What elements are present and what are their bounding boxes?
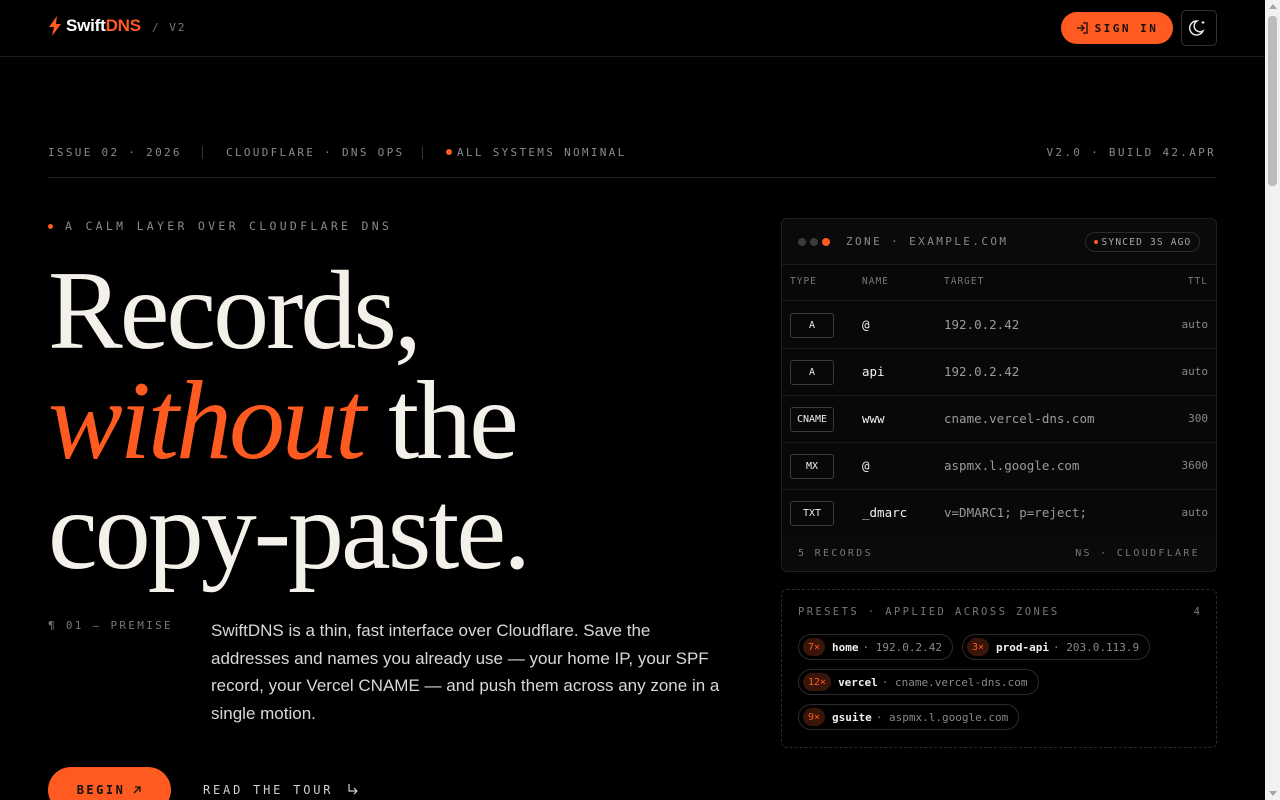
record-type-badge: TXT bbox=[790, 501, 834, 526]
premise-text: SwiftDNS is a thin, fast interface over … bbox=[211, 621, 720, 723]
window-dots bbox=[798, 238, 830, 246]
record-ttl: 3600 bbox=[1181, 459, 1209, 472]
preset-chip-vercel[interactable]: 12× vercel · cname.vercel-dns.com bbox=[798, 669, 1039, 695]
presets-count: 4 bbox=[1193, 606, 1200, 618]
preset-chip-gsuite[interactable]: 9× gsuite · aspmx.l.google.com bbox=[798, 704, 1020, 730]
version-label: / V2 bbox=[152, 21, 187, 34]
sign-in-icon bbox=[1076, 22, 1088, 34]
zone-title: ZONE · EXAMPLE.COM bbox=[846, 235, 1009, 248]
bolt-icon bbox=[49, 16, 61, 36]
preset-usage-count: 12× bbox=[803, 673, 832, 691]
zone-card-footer: 5 RECORDS NS · CLOUDFLARE bbox=[782, 536, 1216, 571]
preset-usage-count: 7× bbox=[803, 638, 826, 656]
column-header-name: NAME bbox=[862, 276, 889, 287]
record-type-badge: A bbox=[790, 360, 834, 385]
arrow-up-right-icon bbox=[133, 786, 141, 794]
table-row[interactable]: CNAME www cname.vercel-dns.com 300 bbox=[782, 396, 1216, 443]
preset-name: prod-api bbox=[996, 640, 1050, 654]
moon-icon bbox=[1189, 20, 1205, 36]
arrow-turn-down-right-icon bbox=[348, 784, 359, 795]
status-dot-icon bbox=[446, 149, 452, 155]
table-row[interactable]: TXT _dmarc v=DMARC1; p=reject; auto bbox=[782, 490, 1216, 537]
records-table-header: TYPE NAME TARGET TTL bbox=[782, 265, 1216, 301]
build-label: V2.0 · BUILD 42.APR bbox=[1046, 146, 1216, 159]
read-tour-link[interactable]: READ THE TOUR bbox=[203, 783, 359, 797]
sync-dot-icon bbox=[1093, 240, 1098, 244]
column-header-target: TARGET bbox=[944, 276, 985, 287]
record-target: 192.0.2.42 bbox=[944, 317, 1020, 332]
preset-value: · 192.0.2.42 bbox=[862, 640, 943, 654]
record-name: www bbox=[862, 411, 885, 426]
preset-name: vercel bbox=[838, 675, 878, 689]
page-scrollbar[interactable] bbox=[1265, 0, 1280, 800]
headline-line-2: without the bbox=[48, 359, 519, 483]
record-type-badge: A bbox=[790, 313, 834, 338]
table-row[interactable]: MX @ aspmx.l.google.com 3600 bbox=[782, 443, 1216, 490]
dot-icon bbox=[822, 238, 830, 246]
record-name: _dmarc bbox=[862, 505, 908, 520]
record-ttl: auto bbox=[1181, 365, 1209, 378]
scrollbar-thumb[interactable] bbox=[1268, 16, 1277, 186]
preset-value: · 203.0.113.9 bbox=[1053, 640, 1140, 654]
hero-kicker: A CALM LAYER OVER CLOUDFLARE DNS bbox=[48, 219, 392, 233]
record-target: cname.vercel-dns.com bbox=[944, 411, 1095, 426]
record-type-badge: CNAME bbox=[790, 407, 834, 432]
sign-in-button[interactable]: SIGN IN bbox=[1061, 12, 1173, 44]
preset-value: · cname.vercel-dns.com bbox=[881, 675, 1028, 689]
zone-records-card: ZONE · EXAMPLE.COM SYNCED 3S AGO TYPE NA… bbox=[781, 218, 1217, 572]
divider bbox=[422, 146, 423, 159]
hero-headline: Records, without the copy-paste. bbox=[48, 249, 531, 593]
presets-title: PRESETS · APPLIED ACROSS ZONES bbox=[798, 606, 1060, 618]
headline-line-3: copy-paste. bbox=[48, 469, 531, 593]
zone-card-header: ZONE · EXAMPLE.COM SYNCED 3S AGO bbox=[782, 219, 1216, 265]
preset-name: home bbox=[832, 640, 859, 654]
section-label: CLOUDFLARE · DNS OPS bbox=[226, 146, 405, 159]
brand-logo[interactable]: SwiftDNS bbox=[48, 16, 141, 36]
top-nav: SwiftDNS / V2 SIGN IN bbox=[0, 0, 1265, 57]
preset-value: · aspmx.l.google.com bbox=[875, 710, 1009, 724]
scroll-up-arrow-icon[interactable] bbox=[1269, 4, 1277, 9]
record-name: @ bbox=[862, 317, 870, 332]
dot-icon bbox=[798, 238, 806, 246]
record-type-badge: MX bbox=[790, 454, 834, 479]
column-header-ttl: TTL bbox=[1187, 276, 1208, 287]
record-target: v=DMARC1; p=reject; bbox=[944, 505, 1087, 520]
table-row[interactable]: A @ 192.0.2.42 auto bbox=[782, 302, 1216, 349]
begin-button[interactable]: BEGIN bbox=[48, 767, 171, 800]
record-ttl: 300 bbox=[1188, 412, 1208, 425]
tour-label: READ THE TOUR bbox=[203, 783, 334, 797]
issue-label: ISSUE 02 · 2026 bbox=[48, 146, 182, 159]
headline-line-1: Records, bbox=[48, 249, 422, 373]
sync-status-badge: SYNCED 3S AGO bbox=[1085, 232, 1200, 252]
column-header-type: TYPE bbox=[790, 276, 817, 287]
record-target: 192.0.2.42 bbox=[944, 364, 1020, 379]
divider bbox=[202, 146, 203, 159]
record-ttl: auto bbox=[1181, 506, 1209, 519]
record-name: @ bbox=[862, 458, 870, 473]
preset-usage-count: 3× bbox=[967, 638, 990, 656]
nameserver-label: NS · CLOUDFLARE bbox=[1075, 548, 1200, 559]
meta-bar: ISSUE 02 · 2026 CLOUDFLARE · DNS OPS ALL… bbox=[48, 146, 1216, 178]
preset-chip-home[interactable]: 7× home · 192.0.2.42 bbox=[798, 634, 954, 660]
premise-label: ¶ 01 — PREMISE bbox=[48, 619, 173, 632]
presets-panel: PRESETS · APPLIED ACROSS ZONES 4 7× home… bbox=[781, 589, 1217, 748]
table-row[interactable]: A api 192.0.2.42 auto bbox=[782, 349, 1216, 396]
preset-chip-prod-api[interactable]: 3× prod-api · 203.0.113.9 bbox=[962, 634, 1151, 660]
dot-icon bbox=[810, 238, 818, 246]
sign-in-label: SIGN IN bbox=[1094, 21, 1159, 35]
preset-usage-count: 9× bbox=[803, 708, 826, 726]
theme-toggle-button[interactable] bbox=[1181, 10, 1217, 46]
kicker-dot-icon bbox=[48, 224, 53, 229]
begin-label: BEGIN bbox=[76, 783, 126, 797]
record-ttl: auto bbox=[1181, 318, 1209, 331]
preset-name: gsuite bbox=[832, 710, 872, 724]
record-count: 5 RECORDS bbox=[798, 548, 873, 559]
status-label: ALL SYSTEMS NOMINAL bbox=[446, 146, 624, 159]
brand-name: SwiftDNS bbox=[66, 16, 141, 35]
record-name: api bbox=[862, 364, 885, 379]
record-target: aspmx.l.google.com bbox=[944, 458, 1080, 473]
scroll-down-arrow-icon[interactable] bbox=[1269, 791, 1277, 796]
